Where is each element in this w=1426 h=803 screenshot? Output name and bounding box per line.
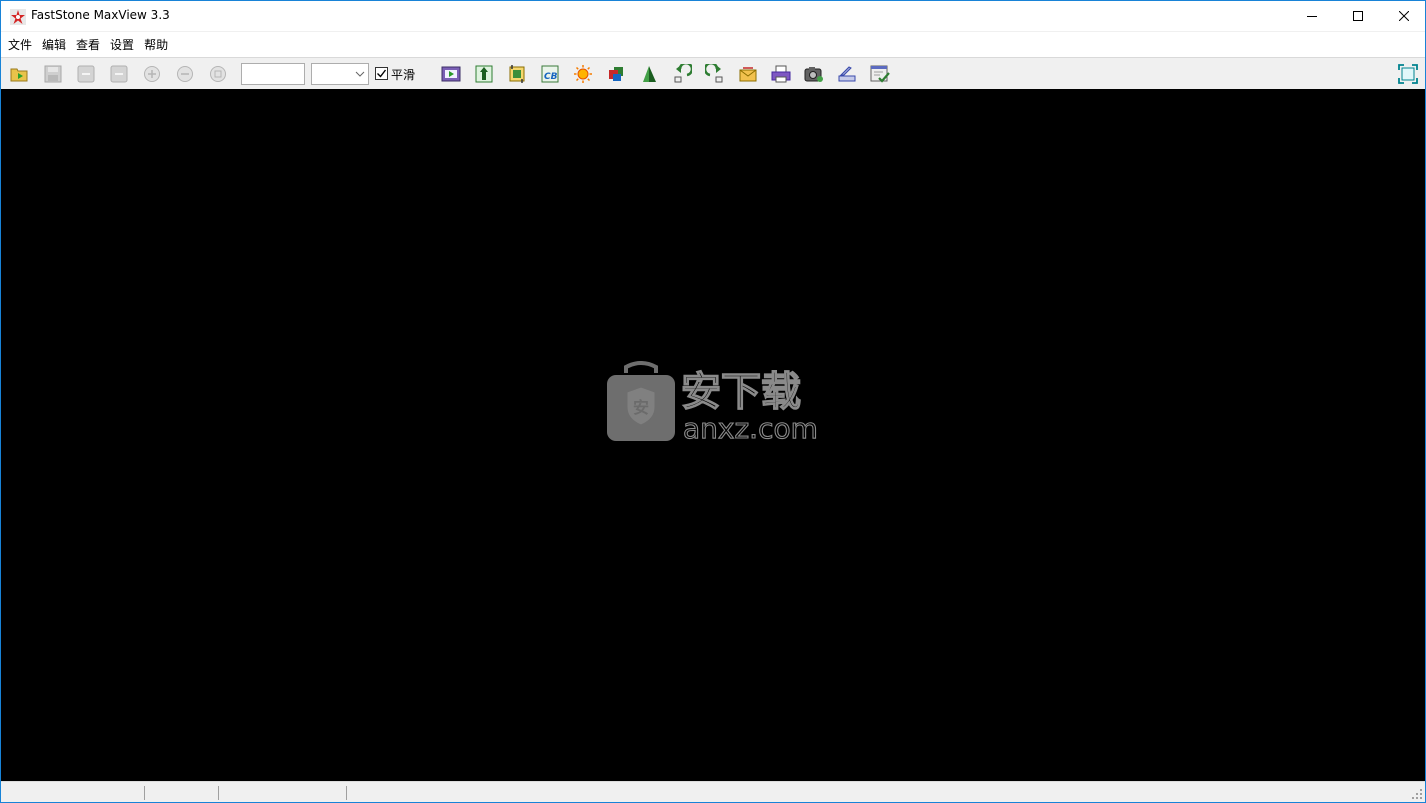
window-title: FastStone MaxView 3.3 [31,8,170,22]
slideshow-button[interactable] [440,63,462,85]
crop-icon [509,65,525,83]
previous-icon [77,65,95,83]
title-bar[interactable]: FastStone MaxView 3.3 [1,1,1425,31]
zoom-in-icon [144,66,160,82]
status-divider [144,786,145,800]
brightness-icon [574,65,592,83]
next-button[interactable] [108,63,130,85]
previous-button[interactable] [75,63,97,85]
crop-button[interactable] [506,63,528,85]
watermark-badge-text: 安 [633,398,649,417]
fullscreen-button[interactable] [1397,63,1419,85]
colors-button[interactable] [605,63,627,85]
menu-file[interactable]: 文件 [3,35,37,55]
rotate-right-button[interactable] [704,63,726,85]
scanner-icon [838,66,856,82]
actual-size-icon [210,66,226,82]
color-balance-icon: CB [541,65,559,83]
print-button[interactable] [770,63,792,85]
watermark-title: 安下载 [681,369,801,415]
chevron-down-icon [355,71,365,77]
menu-edit[interactable]: 编辑 [37,35,71,55]
close-button[interactable] [1381,1,1426,31]
save-button[interactable] [42,63,64,85]
settings-check-button[interactable] [869,63,891,85]
watermark-domain: anxz.com [683,412,818,443]
checkmark-icon [377,69,387,78]
resize-button[interactable] [473,63,495,85]
print-icon [771,65,791,83]
color-balance-button[interactable]: CB [539,63,561,85]
app-logo-icon [10,9,26,25]
image-viewer-area[interactable]: 安 安下载 anxz.com [1,89,1425,781]
menu-view[interactable]: 查看 [71,35,105,55]
settings-check-icon [870,65,890,83]
zoom-in-button[interactable] [141,63,163,85]
open-button[interactable] [9,63,31,85]
sharpen-button[interactable] [638,63,660,85]
maximize-icon [1353,11,1363,21]
open-folder-icon [10,68,28,82]
rotate-right-icon [705,64,723,83]
maximize-button[interactable] [1335,1,1381,31]
svg-text:CB: CB [544,72,558,82]
resize-grip-icon[interactable] [1411,788,1423,800]
scanner-button[interactable] [836,63,858,85]
app-window: FastStone MaxView 3.3 文件 编辑 查看 设置 帮助 平滑 … [0,0,1426,803]
resize-icon [475,65,493,83]
status-divider [218,786,219,800]
zoom-out-icon [177,66,193,82]
capture-icon [804,67,823,82]
colors-icon [609,67,623,81]
fullscreen-icon [1398,64,1418,84]
slideshow-icon [441,66,461,82]
email-button[interactable] [737,63,759,85]
zoom-select[interactable] [311,63,369,85]
sharpen-icon [643,66,656,82]
actual-size-button[interactable] [207,63,229,85]
menu-bar: 文件 编辑 查看 设置 帮助 [1,32,1425,57]
zoom-percent-input[interactable] [241,63,305,85]
email-icon [739,67,757,82]
toolbar: 平滑 CB [1,57,1425,89]
menu-help[interactable]: 帮助 [139,35,173,55]
menu-settings[interactable]: 设置 [105,35,139,55]
save-icon [44,65,62,83]
smooth-checkbox[interactable] [375,67,388,80]
smooth-label: 平滑 [391,68,416,82]
rotate-left-button[interactable] [671,63,693,85]
minimize-button[interactable] [1289,1,1335,31]
status-bar [1,781,1425,802]
brightness-button[interactable] [572,63,594,85]
status-divider [346,786,347,800]
minimize-icon [1307,16,1317,17]
rotate-left-icon [674,64,692,83]
close-icon [1399,11,1409,21]
zoom-out-button[interactable] [174,63,196,85]
capture-button[interactable] [803,63,825,85]
next-icon [110,65,128,83]
watermark-logo: 安 安下载 anxz.com [605,361,825,446]
